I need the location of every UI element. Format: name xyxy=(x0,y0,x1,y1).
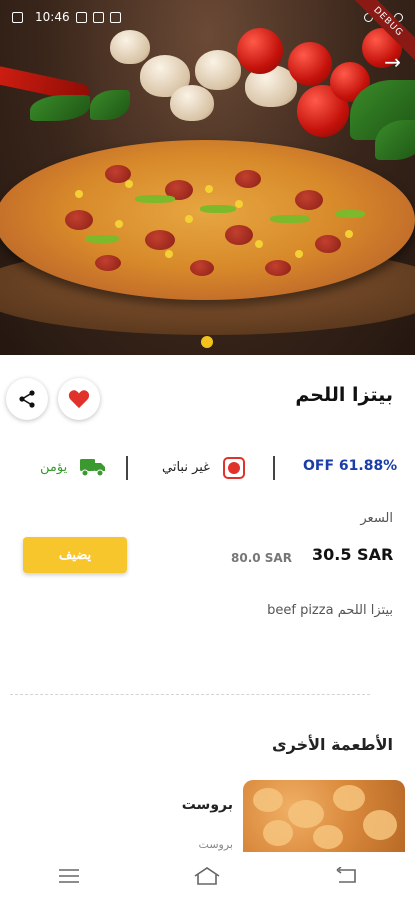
food-card-subtitle: بروست xyxy=(198,838,233,851)
home-button[interactable] xyxy=(187,856,227,896)
tomato xyxy=(237,28,283,74)
add-to-cart-button[interactable]: يضيف xyxy=(23,537,127,573)
truck-icon xyxy=(80,459,105,477)
status-bar: 10:46 xyxy=(0,0,415,34)
product-image-carousel[interactable]: 10:46 DEBUG → xyxy=(0,0,415,355)
back-icon xyxy=(336,867,356,883)
pizza xyxy=(0,140,415,300)
mushroom xyxy=(170,85,214,121)
leaf xyxy=(30,95,90,121)
divider xyxy=(273,456,275,480)
food-card-image[interactable] xyxy=(243,780,405,852)
home-icon xyxy=(195,867,220,885)
notification-icon xyxy=(75,11,87,23)
leaf xyxy=(90,90,130,120)
notification-icon xyxy=(12,11,23,23)
mushroom xyxy=(195,50,241,90)
forward-arrow-icon[interactable]: → xyxy=(384,52,401,72)
share-icon xyxy=(19,390,35,408)
dashed-divider xyxy=(10,694,370,695)
back-button[interactable] xyxy=(326,856,366,896)
notification-icon xyxy=(92,11,104,23)
product-description: beef pizza بيتزا اللحم xyxy=(267,603,393,618)
delivery-label: يؤمن xyxy=(40,460,68,475)
product-title: بيتزا اللحم xyxy=(295,384,393,406)
menu-button[interactable] xyxy=(49,856,89,896)
veg-indicator-icon xyxy=(223,457,245,479)
price-label: السعر xyxy=(360,511,393,526)
divider xyxy=(126,456,128,480)
veg-label: غير نباتي xyxy=(162,460,210,475)
current-price: 30.5 SAR xyxy=(312,545,394,564)
mushroom xyxy=(110,30,150,64)
food-card-name[interactable]: بروست xyxy=(182,797,233,813)
other-foods-title: الأطعمة الأخرى xyxy=(271,735,393,754)
carousel-indicator-active[interactable] xyxy=(201,336,213,348)
facebook-icon xyxy=(109,11,121,23)
heart-icon xyxy=(68,390,90,409)
discount-badge: OFF 61.88% xyxy=(303,458,398,474)
original-price: 80.0 SAR xyxy=(231,551,292,565)
menu-icon xyxy=(59,869,80,883)
system-nav-bar xyxy=(0,852,415,900)
share-button[interactable] xyxy=(6,378,48,420)
tomato xyxy=(288,42,332,86)
favorite-button[interactable] xyxy=(58,378,100,420)
status-time: 10:46 xyxy=(35,10,70,24)
